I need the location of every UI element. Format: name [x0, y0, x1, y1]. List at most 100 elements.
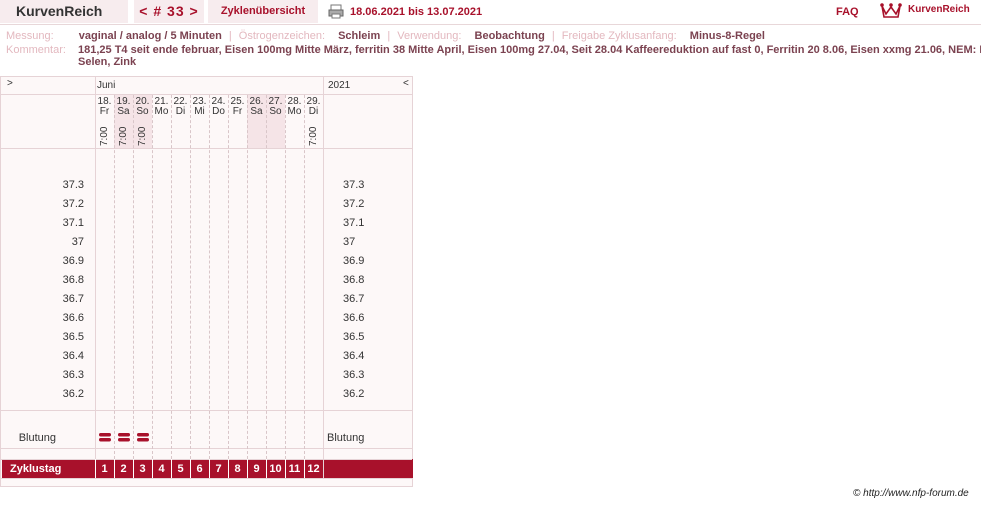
cycle-navigator[interactable]: < # 33 >	[134, 0, 204, 23]
oestrogen-value: Schleim	[338, 30, 381, 42]
temp-tick-left: 36.5	[62, 331, 84, 343]
temp-tick-right: 36.7	[343, 293, 365, 305]
day-separator	[285, 95, 286, 459]
cycle-overview-button[interactable]: Zyklenübersicht	[208, 0, 318, 23]
day-weekday: Mi	[194, 106, 205, 117]
cycle-day-divider	[209, 459, 210, 478]
comment-text: 181,25 T4 seit ende februar, Eisen 100mg…	[78, 44, 981, 68]
temp-tick-right: 37.2	[343, 198, 365, 210]
blutung-label-left: Blutung	[18, 432, 56, 444]
faq-link[interactable]: FAQ	[836, 6, 859, 18]
temp-tick-right: 36.9	[343, 255, 365, 267]
chart-nav-left[interactable]: >	[7, 78, 13, 89]
day-weekday: Di	[175, 106, 186, 117]
temp-tick-right: 36.4	[343, 350, 365, 362]
temp-tick-right: 36.8	[343, 274, 365, 286]
cycle-day-divider	[247, 459, 248, 478]
grid-hline	[1, 478, 412, 479]
verwendung-label: Verwendung:	[397, 30, 462, 42]
temp-tick-left: 36.6	[62, 312, 84, 324]
year-label: 2021	[328, 80, 351, 91]
zyklustag-label: Zyklustag	[10, 463, 62, 475]
day-weekday: Sa	[117, 106, 130, 117]
day-separator	[247, 95, 248, 459]
grid-vline	[323, 77, 324, 478]
cycle-day-number: 4	[158, 463, 165, 475]
bleeding-mark-icon	[99, 433, 111, 442]
temp-tick-right: 37.1	[343, 217, 365, 229]
kommentar-label: Kommentar:	[6, 44, 66, 56]
cycle-day-number: 11	[288, 463, 301, 475]
cycle-day-divider	[152, 459, 153, 478]
cycle-day-number: 12	[307, 463, 320, 475]
day-weekday: Do	[212, 106, 225, 117]
temp-tick-right: 37	[343, 236, 356, 248]
bleeding-mark-icon	[118, 433, 130, 442]
day-separator	[190, 95, 191, 459]
day-separator	[228, 95, 229, 459]
day-separator	[114, 95, 115, 459]
cycle-day-divider	[190, 459, 191, 478]
grid-hline	[1, 410, 412, 411]
temp-tick-right: 36.3	[343, 369, 365, 381]
grid-hline	[1, 94, 412, 95]
grid-vline	[95, 77, 96, 459]
printer-icon[interactable]	[328, 4, 344, 19]
temp-tick-left: 37	[71, 236, 84, 248]
month-label: Juni	[97, 80, 116, 91]
crown-logo-icon	[880, 3, 902, 18]
temp-tick-left: 36.2	[62, 388, 84, 400]
cycle-day-divider	[228, 459, 229, 478]
temp-tick-right: 36.5	[343, 331, 365, 343]
temp-tick-left: 37.1	[62, 217, 84, 229]
oestrogen-label: Östrogenzeichen:	[238, 30, 325, 42]
day-separator	[152, 95, 153, 459]
app-title[interactable]: KurvenReich	[0, 0, 128, 23]
cycle-day-number: 10	[269, 463, 282, 475]
cycle-day-number: 2	[120, 463, 127, 475]
cycle-day-divider	[285, 459, 286, 478]
copyright-text: © http://www.nfp-forum.de	[853, 488, 969, 499]
measurement-time: 7:00	[99, 126, 110, 146]
logo-text: KurvenReich	[908, 4, 970, 15]
temp-tick-right: 36.2	[343, 388, 365, 400]
temp-tick-left: 37.2	[62, 198, 84, 210]
day-separator	[209, 95, 210, 459]
top-bar: KurvenReich < # 33 > Zyklenübersicht 18.…	[0, 0, 981, 25]
blutung-label-right: Blutung	[327, 432, 365, 444]
day-weekday: So	[136, 106, 149, 117]
comment-line-2: Selen, Zink	[78, 56, 137, 68]
day-separator	[266, 95, 267, 459]
cycle-day-number: 6	[196, 463, 203, 475]
cycle-day-divider	[266, 459, 267, 478]
temp-tick-left: 37.3	[62, 179, 84, 191]
temp-tick-left: 36.8	[62, 274, 84, 286]
messung-label: Messung:	[6, 30, 54, 42]
grid-hline	[1, 448, 412, 449]
cycle-day-divider	[171, 459, 172, 478]
measurement-time: 7:00	[308, 126, 319, 146]
day-separator	[304, 95, 305, 459]
cycle-day-number: 1	[101, 463, 108, 475]
day-weekday: Di	[308, 106, 319, 117]
day-weekday: Fr	[99, 106, 110, 117]
date-range: 18.06.2021 bis 13.07.2021	[350, 6, 483, 18]
day-weekday: Mo	[287, 106, 302, 117]
cycle-day-number: 8	[234, 463, 241, 475]
day-separator	[171, 95, 172, 459]
temp-tick-left: 36.3	[62, 369, 84, 381]
cycle-day-divider	[304, 459, 305, 478]
measurement-time: 7:00	[137, 126, 148, 146]
freigabe-value: Minus-8-Regel	[689, 30, 765, 42]
cycle-day-number: 7	[215, 463, 222, 475]
cycle-day-divider	[114, 459, 115, 478]
day-separator	[133, 95, 134, 459]
verwendung-value: Beobachtung	[474, 30, 545, 42]
temperature-chart: > Juni 2021 < Blutung Blutung Zyklustag …	[0, 76, 413, 487]
temp-tick-left: 36.4	[62, 350, 84, 362]
messung-value: vaginal / analog / 5 Minuten	[78, 30, 222, 42]
chart-nav-right[interactable]: <	[403, 78, 409, 89]
grid-hline	[1, 148, 412, 149]
cycle-day-number: 5	[177, 463, 184, 475]
grid-hline	[1, 459, 412, 460]
